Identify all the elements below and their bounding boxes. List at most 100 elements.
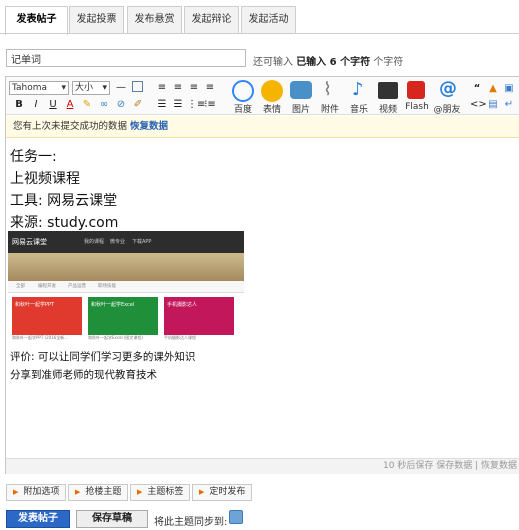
counter-prefix: 还可输入 bbox=[253, 57, 293, 68]
font-family-select[interactable]: Tahoma ▾ bbox=[9, 81, 69, 95]
rush-floor-button[interactable]: ▶ 抢楼主题 bbox=[68, 484, 129, 501]
embedded-nav-item: 下载APP bbox=[132, 239, 152, 245]
mention-label: @朋友 bbox=[433, 105, 461, 115]
attachment-button[interactable]: ⌇ 附件 bbox=[317, 79, 343, 116]
save-draft-button[interactable]: 保存草稿 bbox=[76, 510, 148, 528]
tab-reward[interactable]: 发布悬赏 bbox=[127, 6, 182, 34]
unordered-list-icon[interactable]: ⁝≡ bbox=[203, 98, 217, 112]
option-label: 主题标签 bbox=[147, 487, 184, 497]
post-button[interactable]: 发表帖子 bbox=[6, 510, 70, 528]
tabs-divider bbox=[0, 33, 519, 34]
video-label: 视频 bbox=[378, 105, 397, 115]
content-line: 来源: study.com bbox=[10, 215, 119, 231]
link-icon[interactable]: ∞ bbox=[97, 98, 111, 112]
format-brush-icon[interactable]: ✐ bbox=[131, 98, 145, 112]
underline-icon[interactable]: U bbox=[46, 98, 60, 112]
triangle-right-icon: ▶ bbox=[13, 488, 19, 496]
embedded-nav-item: 微专业 bbox=[110, 239, 126, 245]
option-label: 定时发布 bbox=[209, 487, 246, 497]
italic-icon[interactable]: I bbox=[29, 98, 43, 112]
sync-label: 将此主题同步到: bbox=[154, 517, 228, 528]
mention-button[interactable]: @ @朋友 bbox=[432, 78, 462, 116]
font-family-value: Tahoma bbox=[12, 83, 48, 93]
baidu-label: 百度 bbox=[233, 105, 252, 115]
bold-icon[interactable]: B bbox=[12, 98, 26, 112]
course-card: 和秋叶一起学PPT bbox=[12, 297, 82, 335]
ordered-list-icon[interactable]: ⋮≡ bbox=[187, 98, 205, 112]
topic-tags-button[interactable]: ▶ 主题标签 bbox=[130, 484, 191, 501]
flash-button[interactable]: Flash bbox=[404, 80, 430, 114]
content-line: 分享到准师老师的现代教育技术 bbox=[10, 369, 157, 381]
unlink-icon[interactable]: ⊘ bbox=[114, 98, 128, 112]
flash-label: Flash bbox=[405, 102, 429, 112]
sync-target-icon[interactable] bbox=[229, 510, 243, 524]
font-size-select[interactable]: 大小 ▾ bbox=[72, 81, 110, 95]
subject-input[interactable] bbox=[6, 49, 246, 67]
save-data-link[interactable]: 保存数据 bbox=[436, 461, 472, 471]
image-label: 图片 bbox=[291, 105, 310, 115]
embedded-tab: 全部 bbox=[16, 284, 25, 289]
char-counter: 还可输入 已输入 6 个字符 个字符 bbox=[253, 53, 403, 68]
smiley-label: 表情 bbox=[262, 105, 281, 115]
source-icon[interactable]: ↵ bbox=[502, 98, 516, 112]
outdent-icon[interactable]: ☰ bbox=[171, 98, 185, 112]
course-card-caption: 和秋叶一起学PPT (2016全新... bbox=[12, 335, 69, 340]
embedded-tab: 职场技能 bbox=[98, 284, 116, 289]
embedded-nav-item: 我的课程 bbox=[84, 239, 105, 245]
course-card-title: 和秋叶一起学Excel bbox=[91, 302, 135, 308]
image-icon bbox=[290, 81, 312, 99]
highlight-icon[interactable]: ✎ bbox=[80, 98, 94, 112]
hide-icon[interactable]: ▲ bbox=[486, 82, 500, 96]
embedded-screenshot[interactable]: 网易云课堂 我的课程 微专业 下载APP 全部 编程开发 产品运营 职场技能 和… bbox=[8, 231, 244, 345]
restore-data-status-link[interactable]: 恢复数据 bbox=[481, 461, 517, 471]
restore-data-link[interactable]: 恢复数据 bbox=[130, 121, 168, 132]
course-card-title: 和秋叶一起学PPT bbox=[15, 302, 55, 308]
free-icon[interactable]: ▣ bbox=[502, 82, 516, 96]
course-card: 手机摄影达人 bbox=[164, 297, 234, 335]
align-center-icon[interactable]: ≡ bbox=[171, 81, 185, 95]
indent-icon[interactable]: ☰ bbox=[155, 98, 169, 112]
smiley-button[interactable]: 表情 bbox=[259, 80, 285, 115]
quote-icon[interactable]: “ bbox=[470, 82, 484, 96]
align-justify-icon[interactable]: ≡ bbox=[203, 81, 217, 95]
embedded-logo: 网易云课堂 bbox=[12, 238, 47, 246]
triangle-right-icon: ▶ bbox=[75, 488, 81, 496]
table-icon[interactable] bbox=[132, 81, 143, 92]
paperclip-icon: ⌇ bbox=[323, 79, 332, 100]
scheduled-post-button[interactable]: ▶ 定时发布 bbox=[192, 484, 253, 501]
content-line: 任务一: bbox=[10, 149, 57, 165]
music-button[interactable]: ♪ 音乐 bbox=[346, 79, 372, 116]
baidu-button[interactable]: 百度 bbox=[230, 80, 256, 115]
content-line: 上视频课程 bbox=[10, 171, 80, 187]
align-left-icon[interactable]: ≡ bbox=[155, 81, 169, 95]
option-label: 附加选项 bbox=[23, 487, 60, 497]
hr-icon[interactable]: — bbox=[114, 81, 128, 95]
extra-options-button[interactable]: ▶ 附加选项 bbox=[6, 484, 67, 501]
font-size-value: 大小 bbox=[75, 83, 94, 93]
smiley-icon bbox=[261, 80, 283, 102]
image-button[interactable]: 图片 bbox=[288, 80, 314, 115]
restore-notice-text: 您有上次未提交成功的数据 bbox=[13, 121, 128, 132]
content-line: 工具: 网易云课堂 bbox=[10, 193, 118, 209]
counter-suffix: 个字符 bbox=[373, 57, 404, 68]
attachment-label: 附件 bbox=[320, 105, 339, 115]
align-right-icon[interactable]: ≡ bbox=[187, 81, 201, 95]
content-line: 评价: 可以让同学们学习更多的课外知识 bbox=[10, 351, 196, 363]
embedded-banner bbox=[8, 253, 244, 281]
font-color-icon[interactable]: A bbox=[63, 98, 77, 112]
embedded-tab: 编程开发 bbox=[38, 284, 56, 289]
tab-poll[interactable]: 发起投票 bbox=[69, 6, 124, 34]
tab-debate[interactable]: 发起辩论 bbox=[184, 6, 239, 34]
tab-activity[interactable]: 发起活动 bbox=[241, 6, 296, 34]
music-icon: ♪ bbox=[352, 79, 364, 100]
at-icon: @ bbox=[439, 78, 457, 99]
course-card-caption: 和秋叶一起学Excel (图文课程) bbox=[88, 335, 143, 340]
course-card-title: 手机摄影达人 bbox=[167, 302, 198, 308]
tab-post[interactable]: 发表帖子 bbox=[5, 6, 68, 35]
baidu-icon bbox=[232, 80, 254, 102]
video-button[interactable]: 视频 bbox=[375, 80, 401, 115]
triangle-right-icon: ▶ bbox=[199, 488, 205, 496]
page-break-icon[interactable]: ▤ bbox=[486, 98, 500, 112]
editor-status-bar: 10 秒后保存 保存数据 | 恢复数据 bbox=[6, 458, 519, 474]
code-icon[interactable]: <> bbox=[470, 98, 487, 112]
